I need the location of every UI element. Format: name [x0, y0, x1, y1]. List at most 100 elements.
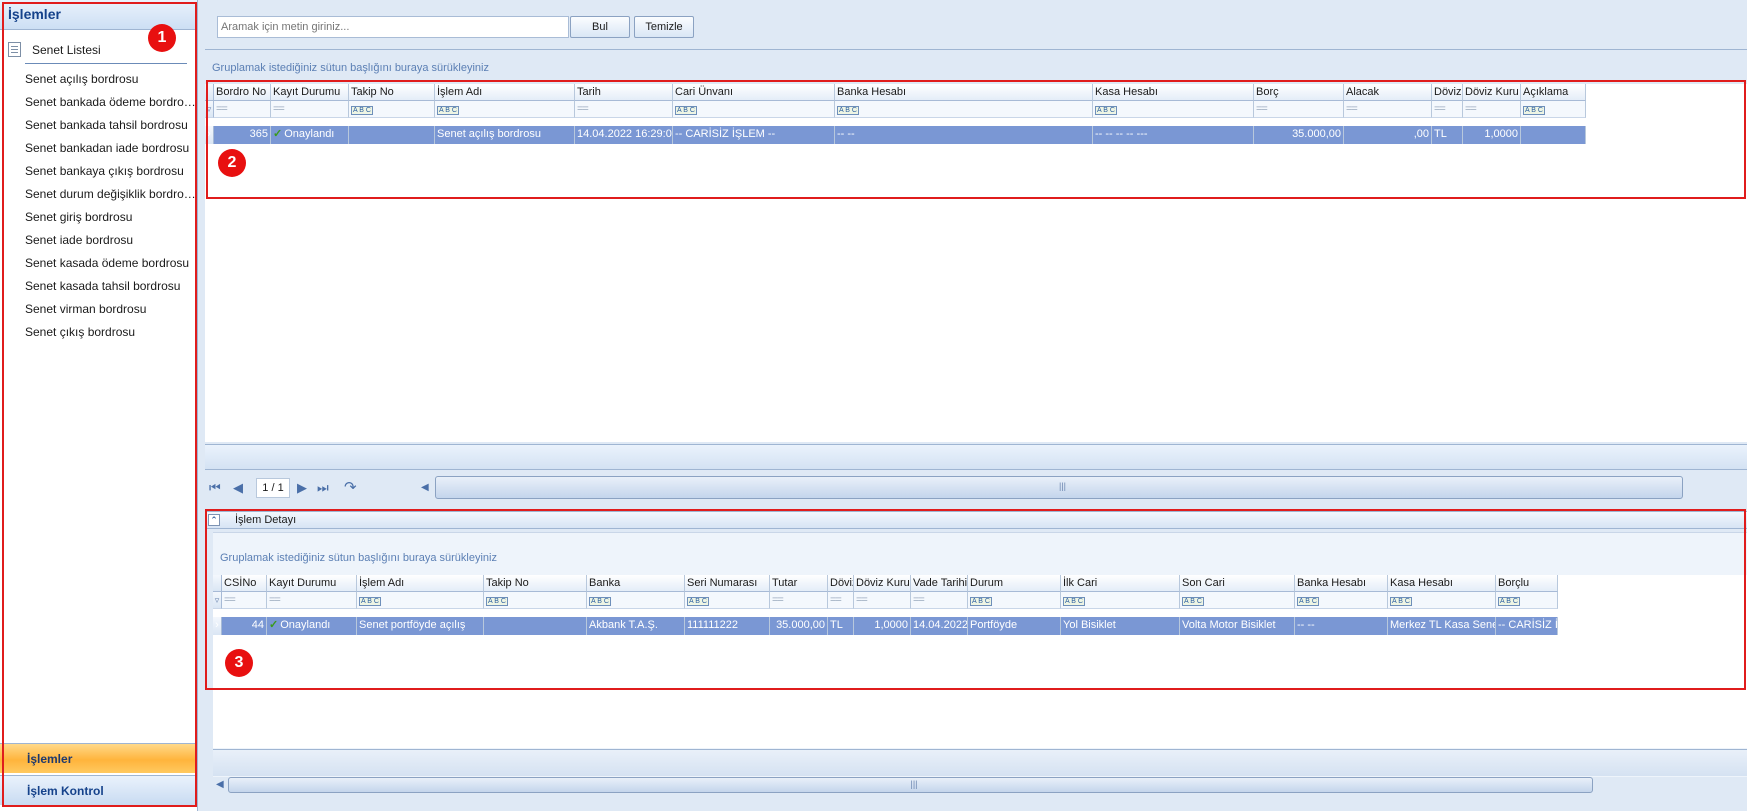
column-filter[interactable]: A B C — [587, 592, 685, 609]
column-header[interactable]: Kayıt Durumu — [271, 84, 349, 101]
column-header[interactable]: Durum — [968, 575, 1061, 592]
prev-page-icon[interactable]: ◀ — [233, 480, 243, 496]
column-filter[interactable]: == — [214, 101, 271, 118]
table-cell: 1,0000 — [1463, 126, 1521, 144]
column-filter[interactable]: A B C — [1093, 101, 1254, 118]
column-filter[interactable]: == — [1344, 101, 1432, 118]
filter-icon[interactable]: ▿ — [205, 101, 214, 118]
sidebar-item[interactable]: Senet giriş bordrosu — [0, 206, 196, 229]
text-filter-icon: A B C — [687, 597, 709, 606]
column-header[interactable]: İşlem Adı — [357, 575, 484, 592]
column-header[interactable]: Açıklama — [1521, 84, 1586, 101]
nav-islem-kontrol-button[interactable]: İşlem Kontrol — [0, 775, 196, 805]
column-filter[interactable]: A B C — [968, 592, 1061, 609]
find-button[interactable]: Bul — [570, 16, 630, 38]
column-header[interactable]: Vade Tarihi — [911, 575, 968, 592]
column-header[interactable]: Döviz Kuru — [1463, 84, 1521, 101]
column-header[interactable]: Borçlu — [1496, 575, 1558, 592]
scroll-left-icon[interactable]: ◀ — [421, 480, 429, 496]
sidebar-item[interactable]: Senet durum değişiklik bordrosu — [0, 183, 196, 206]
column-filter[interactable]: == — [222, 592, 267, 609]
column-header[interactable]: İşlem Adı — [435, 84, 575, 101]
column-filter[interactable]: == — [911, 592, 968, 609]
column-header[interactable]: Alacak — [1344, 84, 1432, 101]
annotation-marker-3: 3 — [225, 649, 253, 677]
column-header[interactable]: Banka Hesabı — [1295, 575, 1388, 592]
first-page-icon[interactable]: ⏮ — [209, 480, 221, 496]
nav-islemler-button[interactable]: İşlemler — [0, 743, 196, 773]
column-header[interactable]: Döviz ı — [1432, 84, 1463, 101]
column-filter[interactable]: == — [854, 592, 911, 609]
text-filter-icon: A B C — [1390, 597, 1412, 606]
column-filter[interactable]: A B C — [1388, 592, 1496, 609]
column-filter[interactable]: A B C — [1295, 592, 1388, 609]
column-header[interactable]: Takip No — [349, 84, 435, 101]
table-cell: 365 — [214, 126, 271, 144]
search-input[interactable] — [217, 16, 569, 38]
text-filter-icon: A B C — [1498, 597, 1520, 606]
next-page-icon[interactable]: ▶ — [297, 480, 307, 496]
column-header[interactable]: Takip No — [484, 575, 587, 592]
column-filter[interactable]: A B C — [835, 101, 1093, 118]
column-header[interactable]: Cari Ünvanı — [673, 84, 835, 101]
main-grid-filter-row[interactable]: ▿ == == A B CA B C == A B CA B CA B C == == == ==… — [205, 101, 1747, 118]
column-filter[interactable]: == — [1463, 101, 1521, 118]
column-filter[interactable]: == — [575, 101, 673, 118]
column-header[interactable]: Banka — [587, 575, 685, 592]
column-filter[interactable]: A B C — [673, 101, 835, 118]
refresh-icon[interactable]: ↷ — [344, 480, 357, 496]
table-row[interactable]: › 44 ✓ Onaylandı Senet portföyde açılış Akban… — [213, 617, 1747, 635]
column-header[interactable]: Seri Numarası — [685, 575, 770, 592]
column-header[interactable]: Son Cari — [1180, 575, 1295, 592]
column-filter[interactable]: A B C — [1180, 592, 1295, 609]
column-filter[interactable]: == — [1254, 101, 1344, 118]
column-header[interactable]: Kayıt Durumu — [267, 575, 357, 592]
column-header[interactable]: Kasa Hesabı — [1093, 84, 1254, 101]
detail-grid-filter-row[interactable]: ▿ == == A B CA B CA B CA B C == == == == A B CA … — [213, 592, 1747, 609]
column-filter[interactable]: A B C — [435, 101, 575, 118]
column-header[interactable]: Borç — [1254, 84, 1344, 101]
column-filter[interactable]: == — [770, 592, 828, 609]
column-filter[interactable]: == — [267, 592, 357, 609]
sidebar-item[interactable]: Senet bankaya çıkış bordrosu — [0, 160, 196, 183]
column-filter[interactable]: A B C — [1521, 101, 1586, 118]
column-header[interactable]: Bordro No — [214, 84, 271, 101]
sidebar-item[interactable]: Senet açılış bordrosu — [0, 68, 196, 91]
column-filter[interactable]: A B C — [1061, 592, 1180, 609]
column-filter[interactable]: == — [271, 101, 349, 118]
sidebar-item[interactable]: Senet kasada ödeme bordrosu — [0, 252, 196, 275]
column-header[interactable]: Tarih — [575, 84, 673, 101]
column-header[interactable]: Döviz — [828, 575, 854, 592]
sidebar-item[interactable]: Senet bankada ödeme bordrosu — [0, 91, 196, 114]
collapse-icon[interactable]: ⌃ — [208, 514, 220, 526]
sidebar-item[interactable]: Senet bankada tahsil bordrosu — [0, 114, 196, 137]
column-filter[interactable]: A B C — [484, 592, 587, 609]
column-header[interactable]: Kasa Hesabı — [1388, 575, 1496, 592]
text-filter-icon: A B C — [1095, 106, 1117, 115]
column-filter[interactable]: A B C — [1496, 592, 1558, 609]
sidebar-item[interactable]: Senet virman bordrosu — [0, 298, 196, 321]
last-page-icon[interactable]: ⏭ — [317, 480, 329, 496]
sidebar-item[interactable]: Senet çıkış bordrosu — [0, 321, 196, 344]
scroll-left-icon[interactable]: ◀ — [216, 779, 224, 790]
filter-icon[interactable]: ▿ — [213, 592, 222, 609]
sidebar-item[interactable]: Senet kasada tahsil bordrosu — [0, 275, 196, 298]
sidebar-item[interactable]: Senet bankadan iade bordrosu — [0, 137, 196, 160]
column-filter[interactable]: A B C — [349, 101, 435, 118]
column-filter[interactable]: A B C — [357, 592, 484, 609]
clear-button[interactable]: Temizle — [634, 16, 694, 38]
column-header[interactable]: Banka Hesabı — [835, 84, 1093, 101]
column-header[interactable]: Döviz Kuru — [854, 575, 911, 592]
detail-horizontal-scrollbar[interactable]: ||| — [228, 777, 1593, 793]
column-filter[interactable]: == — [1432, 101, 1463, 118]
sidebar-item[interactable]: Senet iade bordrosu — [0, 229, 196, 252]
column-header[interactable]: CSİNo — [222, 575, 267, 592]
column-filter[interactable]: A B C — [685, 592, 770, 609]
main-horizontal-scrollbar[interactable]: ||| — [435, 476, 1683, 499]
grid-footer — [205, 444, 1747, 470]
table-row[interactable]: › 365 ✓ Onaylandı Senet açılış bordrosu 14.04… — [205, 126, 1747, 144]
page-number: 1 / 1 — [256, 478, 290, 498]
column-filter[interactable]: == — [828, 592, 854, 609]
column-header[interactable]: İlk Cari — [1061, 575, 1180, 592]
column-header[interactable]: Tutar — [770, 575, 828, 592]
